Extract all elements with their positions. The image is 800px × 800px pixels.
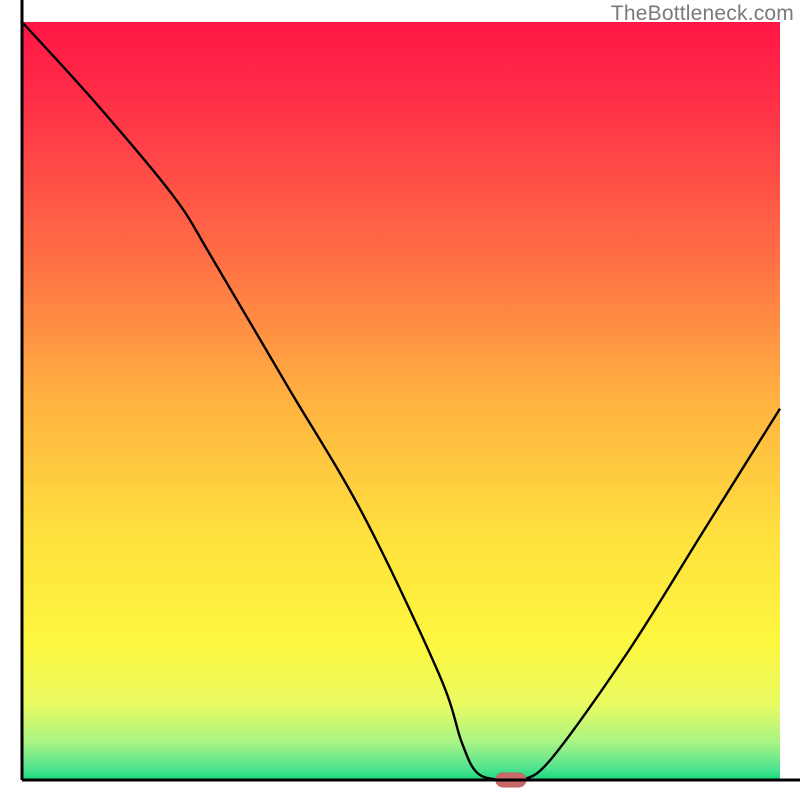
bottleneck-chart: TheBottleneck.com — [0, 0, 800, 800]
plot-area — [22, 22, 780, 787]
gradient-rect — [22, 22, 780, 780]
watermark-text: TheBottleneck.com — [611, 2, 794, 26]
chart-svg — [0, 0, 800, 800]
